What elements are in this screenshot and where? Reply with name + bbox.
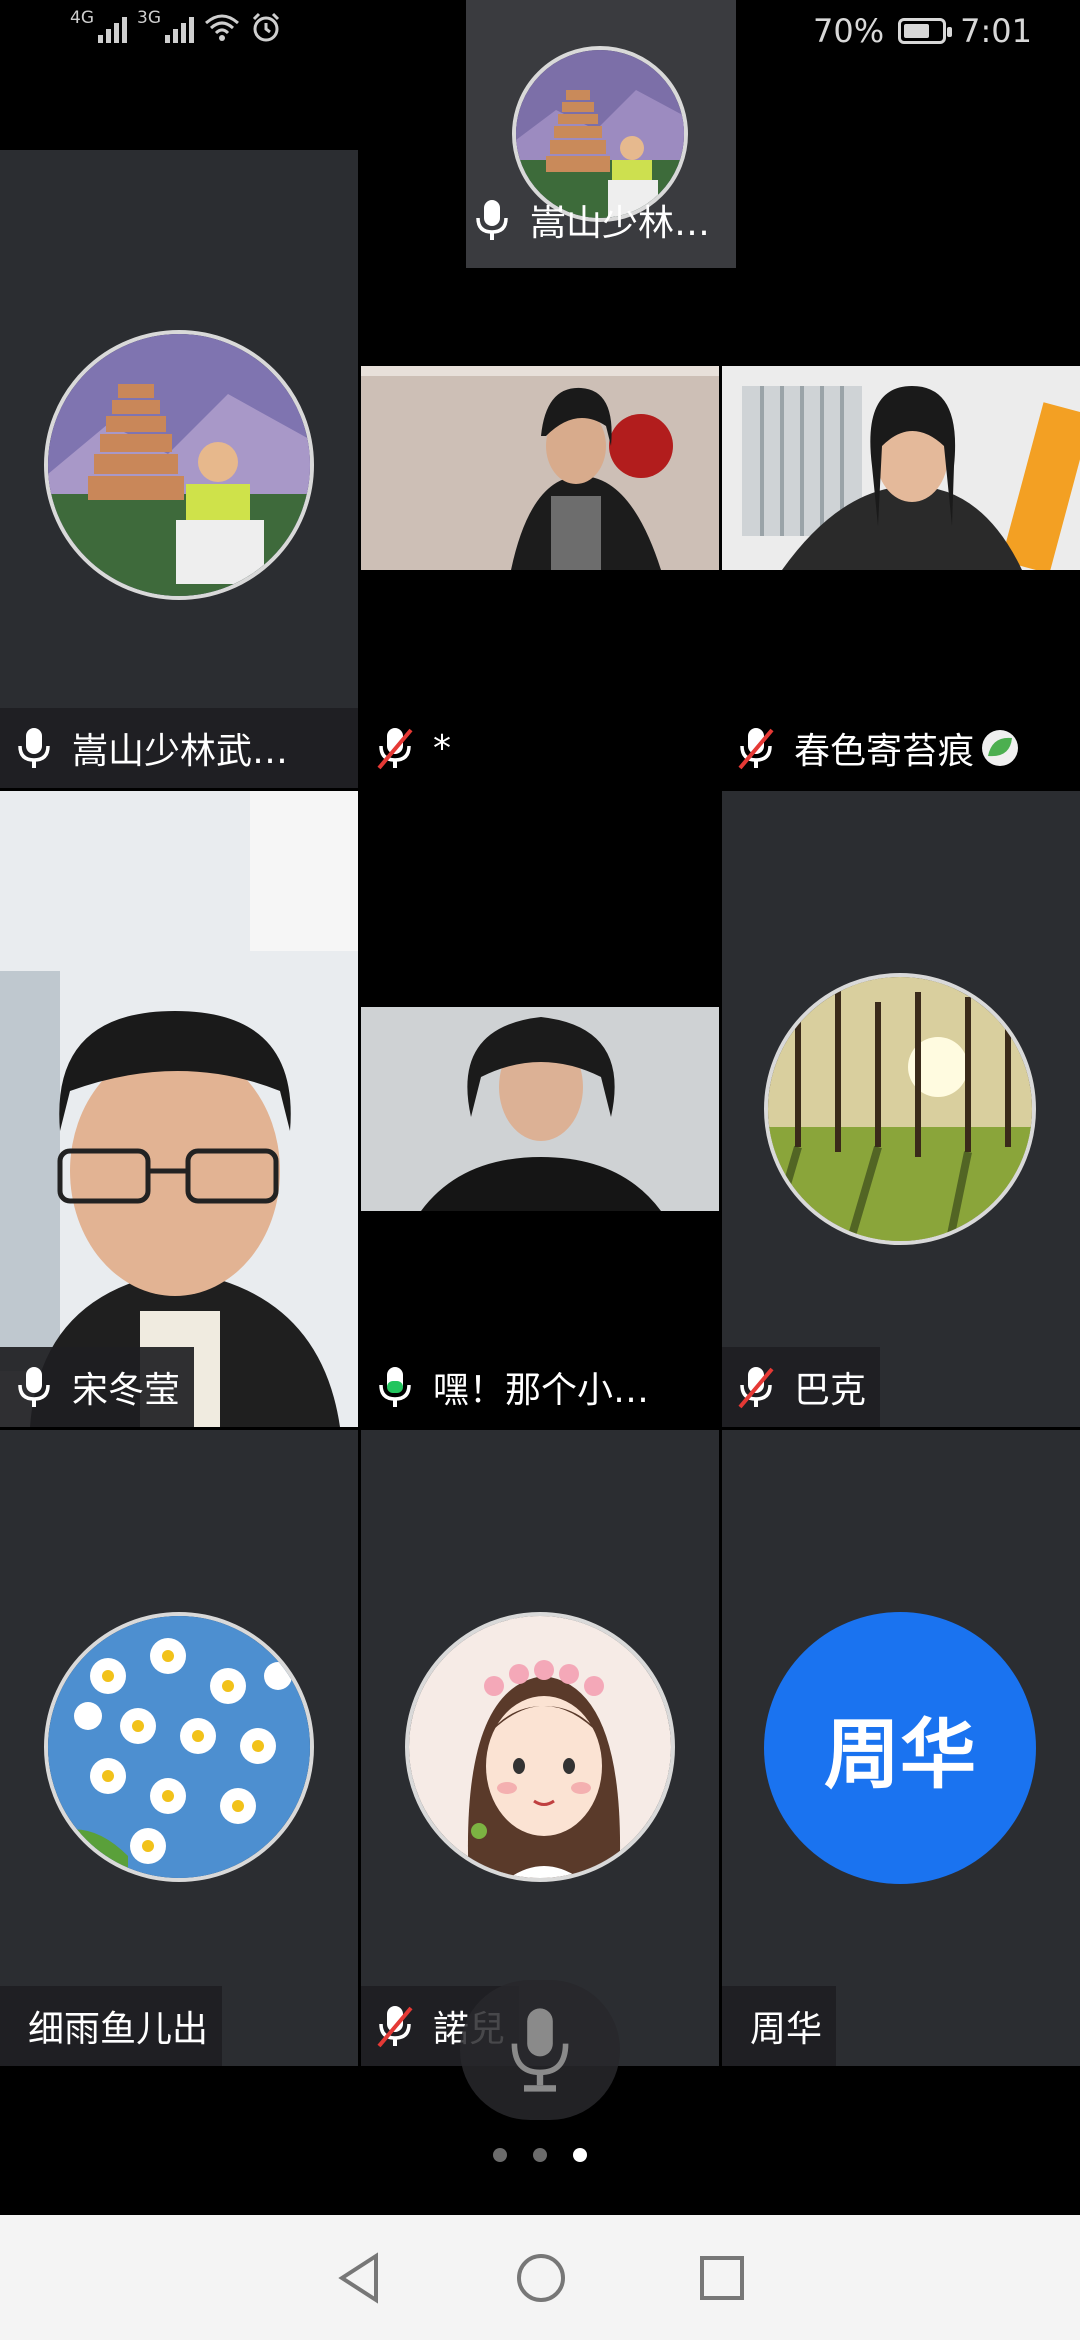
status-right: 70% 7:01 [813, 12, 1032, 50]
page-dot[interactable] [533, 2148, 547, 2162]
avatar [44, 330, 314, 600]
participant-tile-6[interactable]: 巴克 [722, 791, 1080, 1427]
participant-name: 嘿！那个小… [433, 1370, 650, 1411]
page-dot[interactable] [573, 2148, 587, 2162]
leaf-emoji-icon [982, 730, 1019, 766]
clock: 7:01 [960, 12, 1032, 50]
participant-name: 周华 [750, 2009, 823, 2050]
signal-bars-icon [98, 17, 127, 43]
participant-name-bar: 宋冬莹 [0, 1347, 195, 1427]
participant-tile-4[interactable]: 宋冬莹 [0, 791, 358, 1427]
participant-name-bar: 周华 [722, 1986, 837, 2066]
video-feed [361, 1007, 719, 1211]
participant-name-bar: * [361, 708, 719, 788]
participant-name: 巴克 [794, 1370, 867, 1411]
speaking-microphone-icon [379, 1367, 411, 1407]
avatar [764, 973, 1036, 1245]
sim1-signal: 4G [70, 10, 127, 43]
video-feed [361, 366, 719, 570]
muted-microphone-icon [738, 728, 774, 770]
participant-name: 嵩山少林武… [72, 731, 289, 772]
participant-name: 细雨鱼儿出 [28, 2009, 209, 2050]
video-feed [0, 791, 358, 1427]
participant-name-bar: 嵩山少林… [466, 180, 736, 260]
participant-tile-7[interactable]: 细雨鱼儿出 [0, 1430, 358, 2066]
muted-microphone-icon [377, 728, 413, 770]
participant-name-bar: 嵩山少林武… [0, 708, 358, 788]
participant-tile-8[interactable]: 諾兒 [361, 1430, 719, 2066]
avatar-initials: 周华 [824, 1710, 976, 1799]
participant-name-bar: 春色寄苔痕 [722, 708, 1080, 788]
initials-avatar: 周华 [764, 1612, 1036, 1884]
sim2-signal: 3G [137, 10, 194, 43]
participant-name-bar: 细雨鱼儿出 [0, 1986, 223, 2066]
system-navigation-bar [0, 2215, 1080, 2340]
microphone-icon [18, 1367, 50, 1407]
home-icon[interactable] [514, 2251, 568, 2305]
page-dot[interactable] [493, 2148, 507, 2162]
avatar [44, 1612, 314, 1882]
participant-name-bar: 嘿！那个小… [361, 1347, 719, 1427]
signal-bars-icon [165, 17, 194, 43]
battery-fill [904, 24, 930, 38]
participant-tile-1[interactable]: 嵩山少林武… [0, 150, 358, 788]
participant-name: 嵩山少林… [530, 203, 711, 244]
video-feed [722, 366, 1080, 574]
status-left: 4G 3G [70, 10, 282, 43]
muted-microphone-icon [377, 2006, 413, 2048]
recents-icon[interactable] [698, 2254, 746, 2302]
participant-name: 宋冬莹 [72, 1370, 181, 1411]
microphone-icon [18, 728, 50, 768]
participant-name-bar: 巴克 [722, 1347, 881, 1427]
microphone-icon [511, 2008, 569, 2092]
participant-name: 春色寄苔痕 [794, 731, 975, 772]
avatar [405, 1612, 675, 1882]
microphone-icon [476, 200, 508, 240]
participant-name: * [433, 727, 451, 769]
page-indicator [0, 2148, 1080, 2162]
participant-tile-5[interactable]: 嘿！那个小… [361, 791, 719, 1427]
participant-tile-top[interactable]: 嵩山少林… [466, 0, 736, 268]
floating-mic-button[interactable] [460, 1980, 620, 2120]
participant-tile-3[interactable]: 春色寄苔痕 [722, 366, 1080, 788]
participant-tile-9[interactable]: 周华 周华 [722, 1430, 1080, 2066]
alarm-icon [252, 12, 280, 42]
battery-icon [898, 18, 953, 44]
wifi-icon [205, 14, 239, 41]
battery-percent: 70% [813, 12, 885, 50]
muted-microphone-icon [738, 1367, 774, 1409]
participant-tile-2[interactable]: * [361, 366, 719, 788]
back-icon[interactable] [334, 2251, 384, 2304]
